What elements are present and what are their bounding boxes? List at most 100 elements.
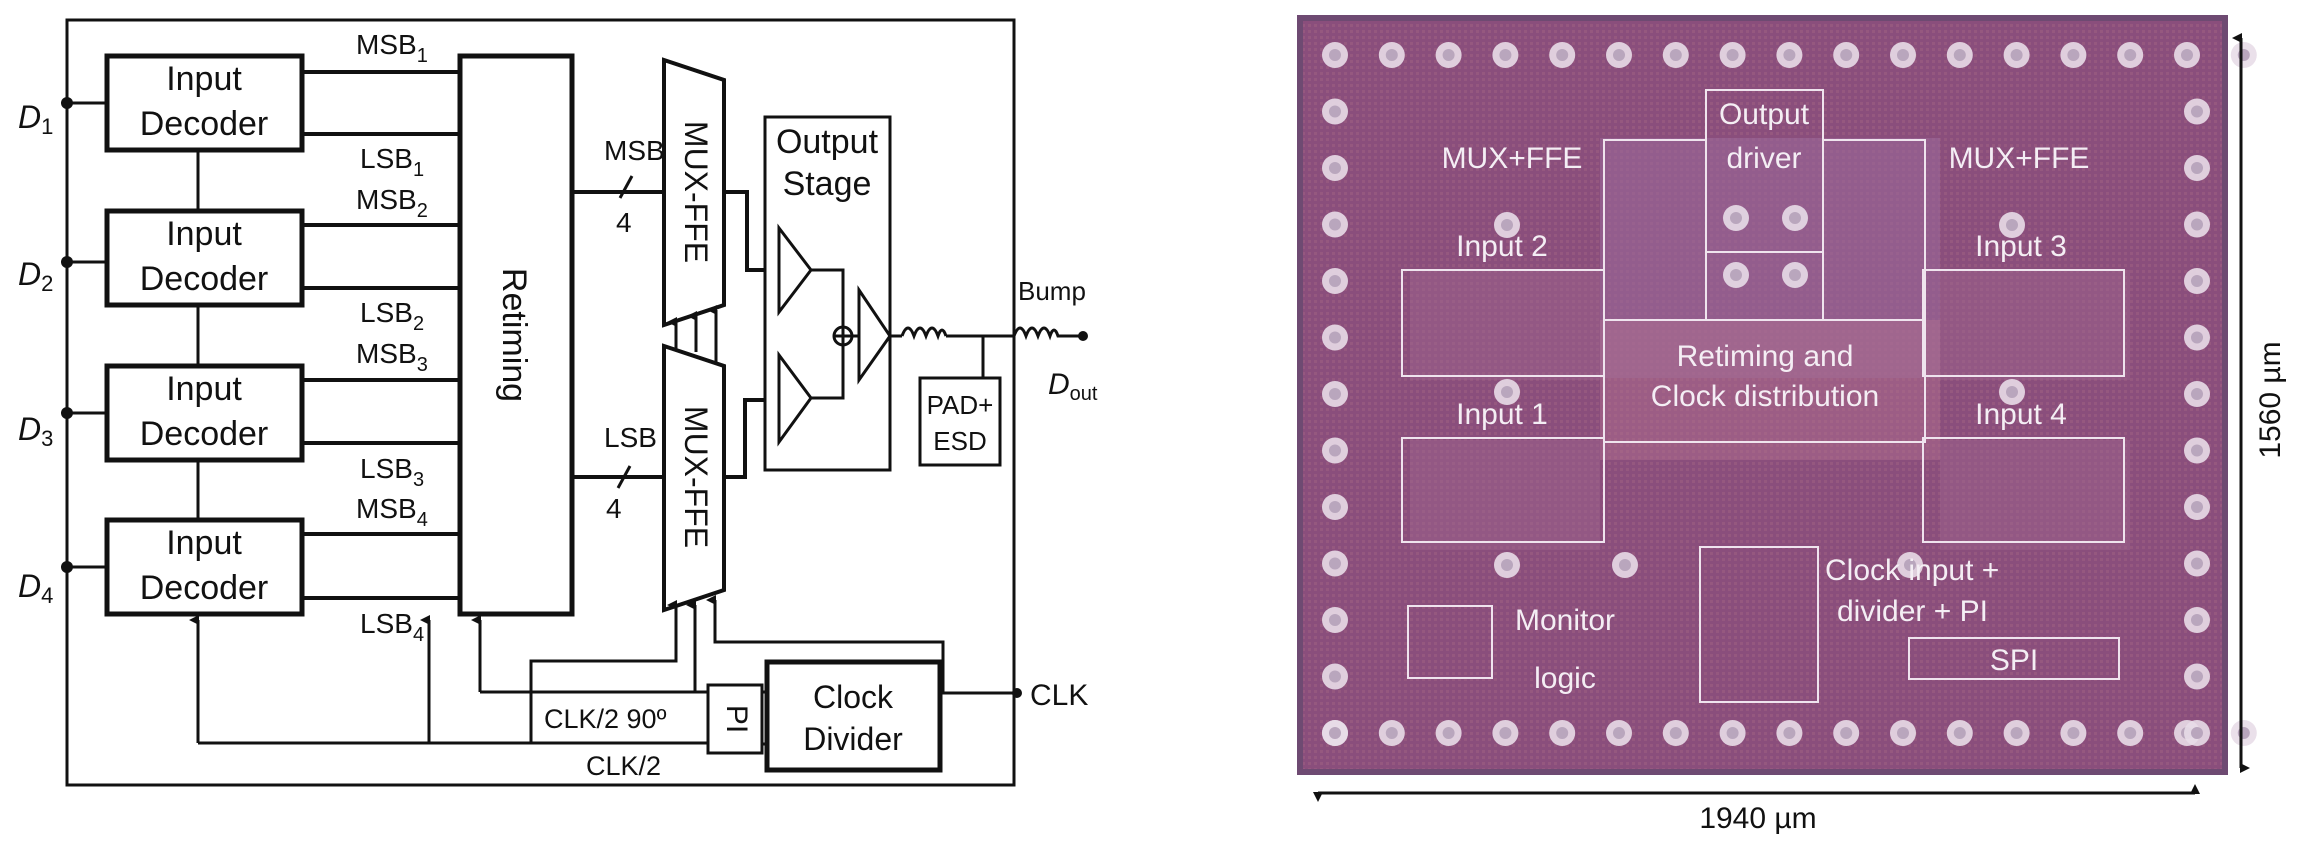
bond-pad-center (1897, 727, 1909, 739)
bond-pad-center (2006, 386, 2018, 398)
lsb-sub: 4 (413, 624, 424, 646)
input-labels: D1 D2 D3 D4 (18, 99, 53, 608)
msb-bus-label: MSB (604, 135, 665, 166)
bond-pad-center (1385, 727, 1398, 739)
input-subscript: 4 (41, 583, 53, 608)
clock-divider-label: Clock (813, 679, 894, 715)
bond-pad-center (1669, 727, 1682, 739)
bond-pad-center (2067, 727, 2080, 739)
decoder-label: Input (166, 524, 242, 562)
bond-pad-center (2191, 727, 2203, 739)
label-output-driver: Output (1719, 98, 1810, 131)
bond-pad-center (1329, 218, 1341, 231)
bond-pad-center (1783, 49, 1796, 61)
svg-text:MSB2: MSB2 (356, 184, 428, 222)
bond-pad-center (1329, 162, 1341, 174)
label-input1: Input 1 (1456, 398, 1548, 431)
bond-pad-center (1789, 212, 1801, 224)
bond-pad-center (2191, 614, 2203, 626)
decoder-label: Decoder (140, 569, 269, 607)
lsb-label: LSB (360, 297, 413, 328)
bond-pad-center (1726, 49, 1739, 61)
msb-label: MSB (356, 338, 417, 369)
lsb-bus-label: LSB (604, 422, 657, 453)
label-input4: Input 4 (1975, 398, 2067, 431)
decoder-label: Input (166, 215, 242, 253)
label-spi: SPI (1990, 644, 2038, 677)
decoder-row-4: Input Decoder (61, 517, 305, 617)
lsb-label: LSB (360, 453, 413, 484)
svg-text:D4: D4 (18, 568, 53, 608)
label-monitor: logic (1534, 662, 1596, 695)
label-input2: Input 2 (1456, 230, 1548, 263)
bond-pad-center (1613, 49, 1625, 61)
bond-pad-center (1840, 49, 1853, 61)
svg-text:D3: D3 (18, 411, 53, 451)
clk-label: CLK (1030, 679, 1088, 712)
lsb-sub: 3 (413, 469, 424, 491)
bond-pad-center (2191, 275, 2203, 287)
bit-labels: MSB1 LSB1 MSB2 LSB2 MSB3 LSB3 MSB4 LSB4 (356, 29, 428, 646)
block-diagram: Input Decoder Input Decoder Input Decode… (18, 18, 1098, 787)
decoder-label: Input (166, 370, 242, 408)
bond-pad-center (1329, 388, 1341, 400)
bond-pad-center (1840, 727, 1853, 739)
bond-pad-center (2191, 162, 2203, 174)
bond-pad-center (1329, 670, 1341, 683)
input-subscript: 3 (41, 426, 53, 451)
bond-pad-center (1329, 501, 1341, 513)
decoder-label: Decoder (140, 105, 269, 143)
bond-pad-center (1789, 269, 1801, 281)
bond-pad-center (1329, 614, 1341, 626)
msb-sub: 4 (417, 509, 428, 531)
label-input3: Input 3 (1975, 230, 2067, 263)
bond-pad-center (1499, 49, 1512, 61)
bond-pad-center (2124, 727, 2137, 739)
chip-photo: MUX+FFE MUX+FFE Output driver Input 2 In… (1297, 15, 2287, 835)
svg-text:Dout: Dout (1048, 368, 1098, 405)
pad-esd-label: PAD+ (927, 390, 994, 420)
input-label: D (18, 256, 41, 292)
clk-half-90-label: CLK/2 90º (544, 704, 667, 734)
svg-text:LSB4: LSB4 (360, 608, 424, 646)
msb-label: MSB (356, 493, 417, 524)
height-label: 1560 µm (2254, 341, 2287, 458)
inductor-icon (900, 326, 948, 341)
bond-pad-center (1897, 49, 1909, 61)
msb-bus-width: 4 (616, 207, 632, 238)
bond-pad-center (1556, 727, 1569, 739)
decoder-row-3: Input Decoder (61, 363, 305, 463)
decoder-row-2: Input Decoder (61, 208, 305, 308)
bond-pad-center (2191, 557, 2203, 570)
lsb-sub: 2 (413, 313, 424, 335)
bond-pad-center (2191, 105, 2203, 118)
bond-pad-center (2181, 49, 2193, 61)
decoder-label: Decoder (140, 260, 269, 298)
label-output-driver: driver (1726, 142, 1801, 175)
svg-text:MSB4: MSB4 (356, 493, 428, 531)
pad-esd-label: ESD (933, 426, 986, 456)
svg-text:LSB2: LSB2 (360, 297, 424, 335)
decoder-label: Input (166, 60, 242, 98)
bump-label: Bump (1018, 276, 1086, 306)
bond-pad-center (2191, 501, 2203, 513)
bond-pad-center (1619, 559, 1631, 571)
bond-pad-center (1556, 49, 1569, 61)
msb-sub: 3 (417, 354, 428, 376)
bond-pad-center (2191, 444, 2203, 457)
lsb-label: LSB (360, 143, 413, 174)
bond-pad-center (1329, 331, 1341, 344)
svg-text:LSB3: LSB3 (360, 453, 424, 491)
input-subscript: 1 (41, 114, 53, 139)
lsb-bus-width: 4 (606, 493, 622, 524)
msb-sub: 2 (417, 200, 428, 222)
bond-pad-center (1953, 49, 1966, 61)
bond-pad-center (2191, 331, 2203, 344)
msb-label: MSB (356, 184, 417, 215)
label-mux-ffe-left: MUX+FFE (1442, 142, 1583, 175)
bond-pad-center (1329, 727, 1341, 739)
bond-pad-center (1501, 386, 1513, 398)
bond-pad-center (2191, 218, 2203, 231)
svg-text:LSB1: LSB1 (360, 143, 424, 181)
bond-pad-center (1730, 212, 1742, 224)
